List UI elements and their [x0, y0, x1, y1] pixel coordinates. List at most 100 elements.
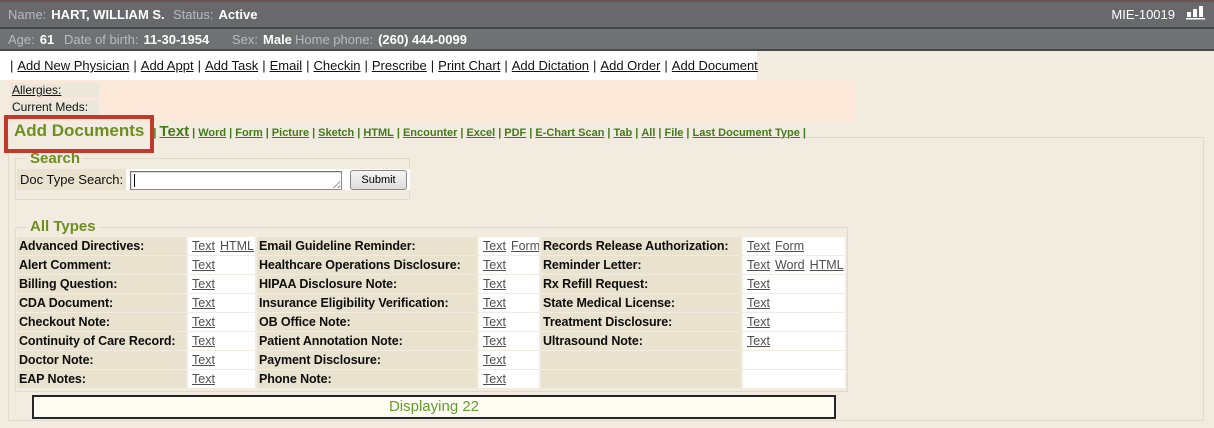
doc-link-text[interactable]: Text [483, 334, 506, 348]
patient-status-group: Status: Active [173, 2, 258, 27]
phone-group: Home phone: (260) 444-0099 [295, 29, 467, 49]
doc-type-search-input[interactable] [130, 171, 342, 190]
allergies-link[interactable]: Allergies: [12, 83, 61, 97]
doc-link-form[interactable]: Form [511, 239, 539, 253]
doc-link-text[interactable]: Text [747, 239, 770, 253]
name-label: Name: [8, 7, 46, 22]
doc-link-text[interactable]: Text [483, 315, 506, 329]
type-link-excel[interactable]: Excel [466, 127, 495, 139]
separator: | [192, 127, 195, 139]
resize-grip-icon[interactable] [332, 180, 340, 188]
mrn-group: MIE-10019 [1111, 2, 1206, 27]
separator: | [607, 127, 610, 139]
doc-type-label-advanced-directives: Advanced Directives: [17, 237, 186, 255]
type-link-form[interactable]: Form [235, 127, 263, 139]
phone-label: Home phone: [295, 32, 373, 47]
doc-type-links: Text Form [743, 237, 845, 255]
doc-type-links: Text [188, 313, 255, 331]
doc-link-html[interactable]: HTML [810, 258, 844, 272]
flowsheet-chart-icon[interactable] [1186, 5, 1206, 25]
action-link-email[interactable]: Email [270, 58, 303, 73]
action-link-prescribe[interactable]: Prescribe [372, 58, 427, 73]
doc-link-text[interactable]: Text [483, 258, 506, 272]
doc-link-text[interactable]: Text [747, 334, 770, 348]
doc-link-text[interactable]: Text [192, 296, 215, 310]
action-link-add-new-physician[interactable]: Add New Physician [17, 58, 129, 73]
type-link-sketch[interactable]: Sketch [318, 127, 354, 139]
type-link-file[interactable]: File [664, 127, 683, 139]
type-link-html[interactable]: HTML [363, 127, 394, 139]
doc-link-word[interactable]: Word [775, 258, 805, 272]
doc-link-text[interactable]: Text [192, 258, 215, 272]
page-title: Add Documents [14, 121, 144, 141]
doc-type-links: Text [188, 332, 255, 350]
doc-type-links: Text [743, 332, 845, 350]
doc-link-form[interactable]: Form [775, 239, 804, 253]
document-types-table: Advanced Directives:TextHTMLEmail Guidel… [17, 237, 845, 388]
doc-link-text[interactable]: Text [747, 296, 770, 310]
patient-name-group: Name: HART, WILLIAM S. [8, 2, 165, 27]
dob-label: Date of birth: [64, 32, 138, 47]
doc-type-links [743, 351, 845, 369]
action-link-add-task[interactable]: Add Task [205, 58, 258, 73]
status-badge: Active [218, 7, 257, 22]
age-label: Age: [8, 32, 35, 47]
action-link-add-appt[interactable]: Add Appt [141, 58, 194, 73]
type-link-e-chart-scan[interactable]: E-Chart Scan [535, 127, 604, 139]
doc-type-label-ultrasound-note: Ultrasound Note: [541, 332, 741, 350]
doc-link-text[interactable]: Text [483, 296, 506, 310]
doc-link-text[interactable]: Text [192, 372, 215, 386]
type-link-text[interactable]: Text [159, 123, 189, 140]
patient-mrn: MIE-10019 [1111, 7, 1175, 22]
separator: | [133, 58, 136, 73]
doc-link-text[interactable]: Text [747, 277, 770, 291]
doc-type-links: Text [743, 275, 845, 293]
doc-link-text[interactable]: Text [192, 239, 215, 253]
action-link-checkin[interactable]: Checkin [314, 58, 361, 73]
type-link-all[interactable]: All [641, 127, 655, 139]
type-link-tab[interactable]: Tab [614, 127, 633, 139]
type-link-last-document-type[interactable]: Last Document Type [693, 127, 800, 139]
doc-type-label-reminder-letter: Reminder Letter: [541, 256, 741, 274]
doc-type-label-state-medical-license: State Medical License: [541, 294, 741, 312]
separator: | [460, 127, 463, 139]
doc-link-text[interactable]: Text [483, 372, 506, 386]
dob-group: Date of birth: 11-30-1954 [64, 29, 209, 49]
type-link-pdf[interactable]: PDF [504, 127, 526, 139]
doc-link-text[interactable]: Text [483, 353, 506, 367]
demographics-bar: Age: 61 Date of birth: 11-30-1954 Sex: M… [0, 29, 1214, 51]
action-link-add-document[interactable]: Add Document [672, 58, 758, 73]
doc-link-text[interactable]: Text [192, 277, 215, 291]
separator: | [10, 58, 13, 73]
doc-link-text[interactable]: Text [483, 277, 506, 291]
doc-type-label-continuity-of-care-record: Continuity of Care Record: [17, 332, 186, 350]
doc-type-label-billing-question: Billing Question: [17, 275, 186, 293]
doc-link-html[interactable]: HTML [220, 239, 254, 253]
action-link-add-dictation[interactable]: Add Dictation [512, 58, 589, 73]
dob-value: 11-30-1954 [143, 32, 209, 47]
separator: | [529, 127, 532, 139]
submit-button[interactable]: Submit [350, 170, 407, 190]
separator: | [803, 127, 806, 139]
type-link-picture[interactable]: Picture [272, 127, 309, 139]
action-link-add-order[interactable]: Add Order [600, 58, 660, 73]
doc-link-text[interactable]: Text [192, 334, 215, 348]
doc-link-text[interactable]: Text [192, 353, 215, 367]
type-link-word[interactable]: Word [198, 127, 226, 139]
doc-link-text[interactable]: Text [747, 315, 770, 329]
sex-label: Sex: [232, 32, 258, 47]
sex-group: Sex: Male [232, 29, 292, 49]
doc-type-label-payment-disclosure: Payment Disclosure: [257, 351, 477, 369]
doc-type-links: Text HTML [188, 237, 255, 255]
doc-type-links: Text [188, 351, 255, 369]
action-link-print-chart[interactable]: Print Chart [438, 58, 500, 73]
doc-link-text[interactable]: Text [747, 258, 770, 272]
type-link-encounter[interactable]: Encounter [403, 127, 457, 139]
doc-link-text[interactable]: Text [192, 315, 215, 329]
separator: | [357, 127, 360, 139]
doc-type-links: Text [188, 370, 255, 388]
chart-summary-panel [7, 80, 856, 122]
doc-link-text[interactable]: Text [483, 239, 506, 253]
doc-type-label-insurance-eligibility-verification: Insurance Eligibility Verification: [257, 294, 477, 312]
doc-type-label-healthcare-operations-disclosure: Healthcare Operations Disclosure: [257, 256, 477, 274]
